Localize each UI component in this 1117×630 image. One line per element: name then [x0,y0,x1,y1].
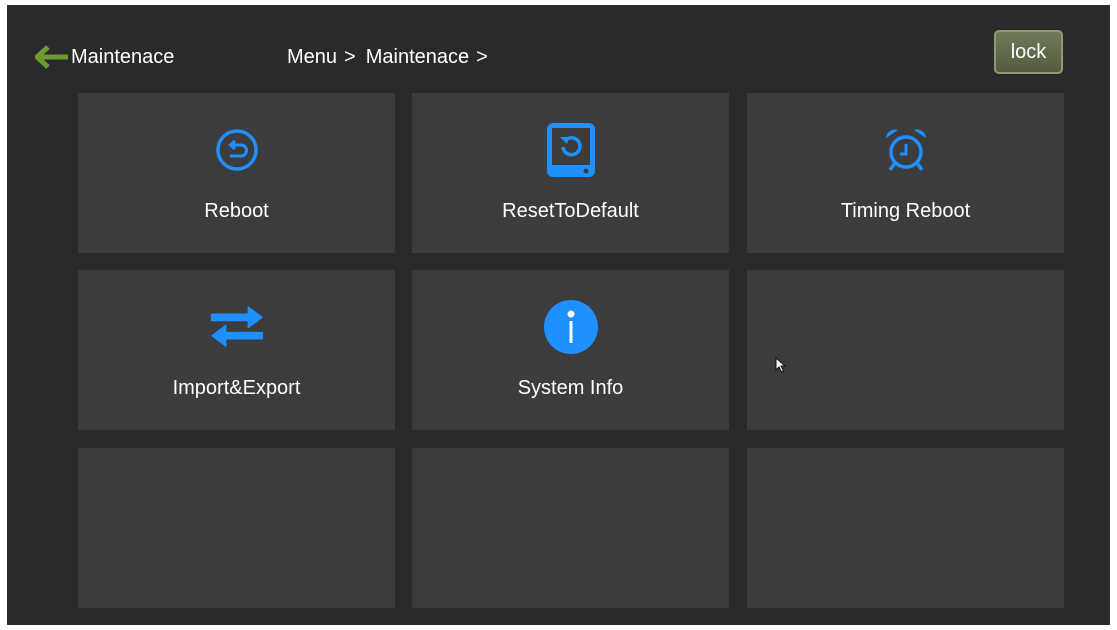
lock-button[interactable]: lock [994,30,1063,74]
mouse-cursor-icon [775,357,787,373]
back-label: Maintenace [71,45,175,68]
tile-empty [412,448,729,608]
maintenance-screen: Maintenace Menu > Maintenace > lock Rebo… [7,5,1110,625]
import-export-icon [209,299,265,355]
info-icon [543,299,599,355]
tile-label: Import&Export [172,377,301,399]
tile-reboot[interactable]: Reboot [78,93,395,253]
tile-system-info[interactable]: System Info [412,270,729,430]
tile-label: System Info [517,377,624,399]
tile-label: Timing Reboot [840,200,971,222]
back-button[interactable]: Maintenace [35,40,174,74]
tile-label: Reboot [204,200,269,222]
tile-timing-reboot[interactable]: Timing Reboot [747,93,1064,253]
back-arrow-icon [35,45,68,69]
alarm-clock-icon [878,122,934,178]
tile-empty [747,448,1064,608]
breadcrumb-separator: > [476,45,488,68]
tile-empty [78,448,395,608]
reset-to-default-icon [543,122,599,178]
tile-import-export[interactable]: Import&Export [78,270,395,430]
breadcrumb-separator: > [344,45,356,68]
tile-reset-to-default[interactable]: ResetToDefault [412,93,729,253]
breadcrumb-item-menu[interactable]: Menu [287,46,337,69]
tile-empty [747,270,1064,430]
tile-label: ResetToDefault [502,200,639,222]
breadcrumb: Menu > Maintenace > [287,40,498,74]
reboot-icon [209,122,265,178]
breadcrumb-item-maintenance[interactable]: Maintenace [366,46,469,69]
